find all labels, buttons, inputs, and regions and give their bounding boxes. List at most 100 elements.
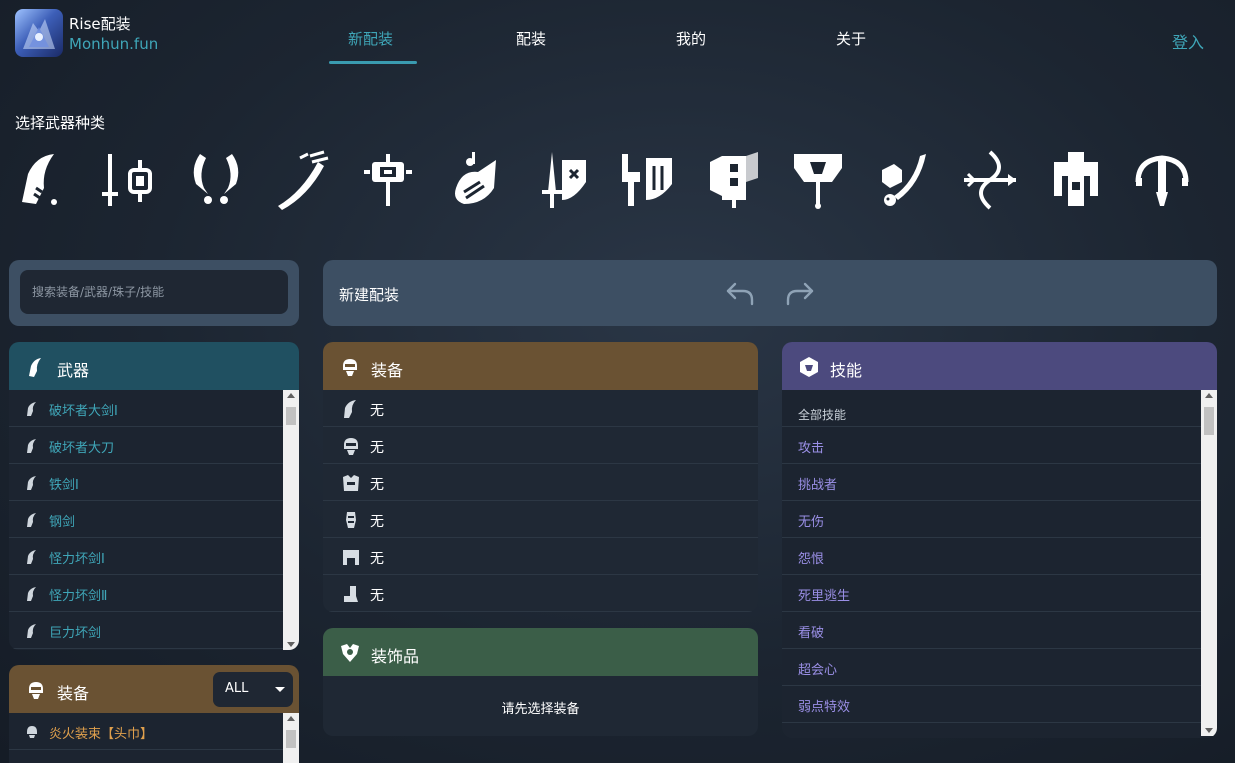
list-item[interactable]: 怪力坏剑Ⅰ	[9, 538, 283, 575]
gear-slot-list: 无 无 无 无 无 无	[323, 390, 758, 612]
equipment-list: 炎火装束【头巾】	[9, 713, 283, 750]
scroll-thumb[interactable]	[286, 407, 296, 425]
gear-slot-value: 无	[370, 514, 384, 530]
gear-slot-waist[interactable]: 无	[323, 538, 758, 575]
list-item[interactable]: 看破	[782, 612, 1201, 649]
helm-icon	[25, 679, 47, 701]
skill-label: 无伤	[798, 515, 825, 530]
nav-builds[interactable]: 配装	[516, 28, 546, 49]
list-item[interactable]: 怨恨	[782, 538, 1201, 575]
skill-label: 弱点特效	[798, 700, 851, 715]
gear-slot-legs[interactable]: 无	[323, 575, 758, 612]
weapon-list-panel: 武器 破坏者大剑Ⅰ 破坏者大刀 铁剑Ⅰ 钢剑 怪力坏剑Ⅰ 怪力坏剑Ⅱ 巨力坏剑	[9, 342, 299, 650]
insect-glaive-icon[interactable]	[874, 148, 934, 212]
search-input[interactable]	[20, 270, 288, 314]
equipment-list-scrollbar[interactable]	[283, 713, 299, 763]
charge-blade-icon[interactable]	[788, 148, 848, 212]
list-item[interactable]: 巨力坏剑	[9, 612, 283, 649]
list-item[interactable]: 死里逃生	[782, 575, 1201, 612]
skill-panel-title: 技能	[830, 361, 863, 380]
scroll-thumb[interactable]	[1204, 407, 1214, 435]
list-item[interactable]: 怪力坏剑Ⅱ	[9, 575, 283, 612]
scroll-up-icon[interactable]	[287, 716, 295, 721]
gear-slot-arms[interactable]: 无	[323, 501, 758, 538]
list-item[interactable]: 挑战者	[782, 464, 1201, 501]
gear-slot-value: 无	[370, 477, 384, 493]
list-item[interactable]: 破坏者大剑Ⅰ	[9, 390, 283, 427]
list-item[interactable]: 攻击	[782, 427, 1201, 464]
equipment-filter-value: ALL	[225, 681, 249, 696]
list-item[interactable]: 铁剑Ⅰ	[9, 464, 283, 501]
top-header: Rise配装 Monhun.fun 新配装 配装 我的 关于 登入	[0, 0, 1235, 80]
weapon-panel-header: 武器	[9, 342, 299, 390]
bow-icon[interactable]	[960, 148, 1020, 212]
great-sword-icon[interactable]	[14, 148, 74, 212]
list-item[interactable]: 炎火装束【头巾】	[9, 713, 283, 750]
gear-slot-value: 无	[370, 403, 384, 419]
nav-new-build[interactable]: 新配装	[348, 28, 393, 49]
app-subtitle[interactable]: Monhun.fun	[69, 35, 158, 53]
great-sword-icon	[25, 623, 39, 639]
decoration-panel-title: 装饰品	[371, 647, 420, 666]
decoration-panel: 装饰品 请先选择装备	[323, 628, 758, 736]
list-item[interactable]: 弱点特效	[782, 686, 1201, 723]
skill-label: 死里逃生	[798, 589, 851, 604]
nav-active-indicator	[329, 61, 417, 64]
heavy-bowgun-icon[interactable]	[1046, 148, 1106, 212]
nav-about[interactable]: 关于	[836, 28, 866, 49]
waist-slot-icon	[341, 547, 361, 567]
gunlance-icon[interactable]	[616, 148, 676, 212]
arm-slot-icon	[341, 510, 361, 530]
list-item-label: 钢剑	[49, 515, 76, 530]
list-item[interactable]: 超会心	[782, 649, 1201, 686]
scroll-down-icon[interactable]	[1205, 728, 1213, 733]
weapon-list-scrollbar[interactable]	[283, 390, 299, 650]
app-logo[interactable]	[15, 9, 63, 57]
scroll-thumb[interactable]	[286, 730, 296, 748]
undo-icon[interactable]	[723, 276, 757, 310]
gear-slot-value: 无	[370, 440, 384, 456]
decoration-icon	[339, 642, 361, 664]
equipment-panel-title: 装备	[57, 684, 90, 703]
scroll-up-icon[interactable]	[287, 393, 295, 398]
gear-slot-weapon[interactable]: 无	[323, 390, 758, 427]
hunting-horn-icon[interactable]	[444, 148, 504, 212]
list-item[interactable]: 破坏者大刀	[9, 427, 283, 464]
skill-label: 怨恨	[798, 552, 825, 567]
chevron-down-icon	[275, 687, 285, 692]
gear-slot-chest[interactable]: 无	[323, 464, 758, 501]
search-panel	[9, 260, 299, 326]
skill-panel: 技能 全部技能 攻击 挑战者 无伤 怨恨 死里逃生 看破 超会心 弱点特效	[782, 342, 1217, 738]
login-link[interactable]: 登入	[1172, 29, 1204, 53]
redo-icon[interactable]	[783, 276, 817, 310]
switch-axe-icon[interactable]	[702, 148, 762, 212]
hammer-icon[interactable]	[358, 148, 418, 212]
list-item[interactable]: 无伤	[782, 501, 1201, 538]
nav-mine[interactable]: 我的	[676, 28, 706, 49]
gear-slot-value: 无	[370, 551, 384, 567]
gear-panel-header: 装备	[323, 342, 758, 390]
list-item[interactable]: 钢剑	[9, 501, 283, 538]
helm-icon	[25, 724, 39, 740]
long-sword-icon[interactable]	[272, 148, 332, 212]
equipment-filter-select[interactable]: ALL	[213, 672, 293, 707]
list-item-label: 破坏者大刀	[49, 441, 115, 456]
scroll-down-icon[interactable]	[287, 642, 295, 647]
skill-list-scrollbar[interactable]	[1201, 390, 1217, 736]
great-sword-icon	[25, 512, 39, 528]
light-bowgun-icon[interactable]	[1132, 148, 1192, 212]
weapon-list: 破坏者大剑Ⅰ 破坏者大刀 铁剑Ⅰ 钢剑 怪力坏剑Ⅰ 怪力坏剑Ⅱ 巨力坏剑	[9, 390, 283, 649]
skill-list-header-label: 全部技能	[798, 408, 847, 422]
scroll-up-icon[interactable]	[1205, 393, 1213, 398]
great-sword-icon	[25, 586, 39, 602]
weapon-slot-icon	[341, 399, 361, 419]
decoration-empty-hint: 请先选择装备	[501, 702, 580, 717]
gear-slot-helm[interactable]: 无	[323, 427, 758, 464]
skill-label: 攻击	[798, 441, 825, 456]
list-item-label: 怪力坏剑Ⅱ	[49, 589, 108, 604]
lance-icon[interactable]	[530, 148, 590, 212]
equipment-panel-header: 装备 ALL	[9, 665, 299, 713]
helm-slot-icon	[341, 436, 361, 456]
dual-blades-icon[interactable]	[186, 148, 246, 212]
sword-and-shield-icon[interactable]	[100, 148, 160, 212]
